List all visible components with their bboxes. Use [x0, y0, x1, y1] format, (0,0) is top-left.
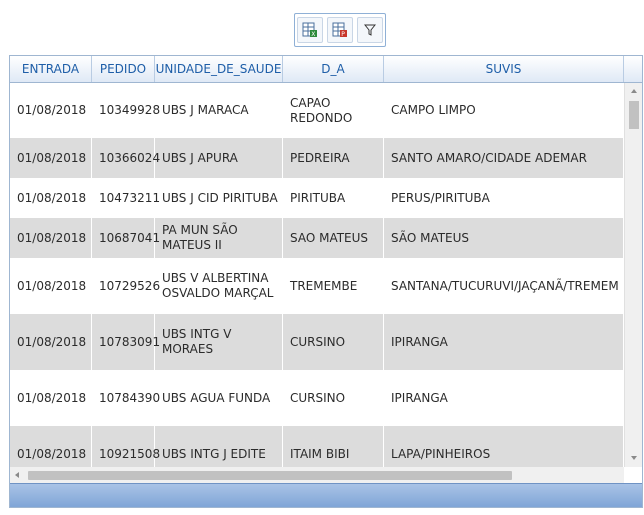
cell-suvis: PERUS/PIRITUBA — [384, 178, 624, 218]
column-header-d-a[interactable]: D_A — [283, 56, 384, 82]
pdf-export-icon: P — [332, 22, 347, 38]
table-row[interactable]: 01/08/2018 10366024 UBS J APURA PEDREIRA SAN… — [10, 138, 624, 178]
cell-unidade-de-saude: UBS J MARACA — [155, 83, 283, 138]
grid-pager — [10, 483, 642, 507]
cell-unidade-de-saude: UBS J APURA — [155, 138, 283, 178]
cell-pedido: 10783091 — [92, 314, 160, 370]
excel-export-icon: X — [302, 22, 317, 38]
vertical-scrollbar[interactable] — [624, 83, 642, 467]
cell-unidade-de-saude: UBS J CID PIRITUBA — [155, 178, 283, 218]
cell-suvis: IPIRANGA — [384, 370, 624, 426]
cell-entrada: 01/08/2018 — [10, 178, 92, 218]
column-header-entrada[interactable]: ENTRADA — [10, 56, 92, 82]
table-row[interactable]: 01/08/2018 10687041 PA MUN SÃO MATEUS II SA… — [10, 218, 624, 258]
table-row[interactable]: 01/08/2018 10729526 UBS V ALBERTINA OSVALD… — [10, 258, 624, 314]
column-header-pedido[interactable]: PEDIDO — [92, 56, 155, 82]
svg-text:X: X — [311, 31, 315, 38]
cell-unidade-de-saude: UBS INTG V MORAES — [155, 314, 283, 370]
cell-pedido: 10349928 — [92, 83, 160, 138]
grid-body: 01/08/2018 10349928 UBS J MARACA CAPAO REDO… — [10, 83, 624, 467]
cell-d-a: PIRITUBA — [283, 178, 384, 218]
cell-suvis: CAMPO LIMPO — [384, 83, 624, 138]
table-row[interactable]: 01/08/2018 10349928 UBS J MARACA CAPAO REDO… — [10, 83, 624, 138]
cell-entrada: 01/08/2018 — [10, 218, 92, 258]
column-header-unidade-de-saude[interactable]: UNIDADE_DE_SAUDE — [155, 56, 283, 82]
cell-entrada: 01/08/2018 — [10, 258, 92, 314]
cell-entrada: 01/08/2018 — [10, 138, 92, 178]
cell-unidade-de-saude: UBS AGUA FUNDA — [155, 370, 283, 426]
cell-pedido: 10921508 — [92, 426, 160, 467]
cell-pedido: 10687041 — [92, 218, 160, 258]
export-excel-button[interactable]: X — [297, 17, 323, 43]
horizontal-scroll-thumb — [28, 471, 512, 480]
scroll-up-arrow-icon — [631, 89, 637, 93]
cell-unidade-de-saude: UBS INTG J EDITE — [155, 426, 283, 467]
cell-d-a: CURSINO — [283, 314, 384, 370]
cell-d-a: SAO MATEUS — [283, 218, 384, 258]
svg-text:P: P — [341, 31, 345, 38]
grid-toolbar: X P — [294, 13, 386, 47]
data-grid: ENTRADA PEDIDO UNIDADE_DE_SAUDE D_A SUVIS 01… — [9, 55, 643, 508]
cell-d-a: CURSINO — [283, 370, 384, 426]
cell-pedido: 10473211 — [92, 178, 160, 218]
filter-icon — [364, 24, 376, 36]
cell-unidade-de-saude: UBS V ALBERTINA OSVALDO MARÇAL — [155, 258, 283, 314]
cell-unidade-de-saude: PA MUN SÃO MATEUS II — [155, 218, 283, 258]
cell-d-a: PEDREIRA — [283, 138, 384, 178]
grid-header: ENTRADA PEDIDO UNIDADE_DE_SAUDE D_A SUVIS — [10, 56, 642, 83]
cell-suvis: IPIRANGA — [384, 314, 624, 370]
cell-pedido: 10366024 — [92, 138, 160, 178]
vertical-scrollbar-track — [629, 89, 639, 460]
cell-d-a: TREMEMBE — [283, 258, 384, 314]
table-row[interactable]: 01/08/2018 10783091 UBS INTG V MORAES CURSI… — [10, 314, 624, 370]
scroll-left-arrow-icon — [15, 472, 19, 478]
cell-d-a: ITAIM BIBI — [283, 426, 384, 467]
cell-pedido: 10729526 — [92, 258, 160, 314]
filter-button[interactable] — [357, 17, 383, 43]
cell-entrada: 01/08/2018 — [10, 83, 92, 138]
cell-suvis: SANTANA/TUCURUVI/JAÇANÃ/TREMEM — [384, 258, 624, 314]
cell-pedido: 10784390 — [92, 370, 160, 426]
cell-entrada: 01/08/2018 — [10, 370, 92, 426]
cell-suvis: LAPA/PINHEIROS — [384, 426, 624, 467]
horizontal-scrollbar-track — [15, 471, 512, 480]
export-pdf-button[interactable]: P — [327, 17, 353, 43]
table-row[interactable]: 01/08/2018 10784390 UBS AGUA FUNDA CURSINO I… — [10, 370, 624, 426]
cell-suvis: SÃO MATEUS — [384, 218, 624, 258]
cell-suvis: SANTO AMARO/CIDADE ADEMAR — [384, 138, 624, 178]
table-row[interactable]: 01/08/2018 10473211 UBS J CID PIRITUBA PIRI… — [10, 178, 624, 218]
horizontal-scrollbar[interactable] — [10, 467, 624, 483]
cell-entrada: 01/08/2018 — [10, 426, 92, 467]
cell-d-a: CAPAO REDONDO — [283, 83, 384, 138]
vertical-scroll-thumb — [629, 101, 639, 129]
table-row[interactable]: 01/08/2018 10921508 UBS INTG J EDITE ITAIM … — [10, 426, 624, 467]
cell-entrada: 01/08/2018 — [10, 314, 92, 370]
scroll-down-arrow-icon — [631, 456, 637, 460]
column-header-suvis[interactable]: SUVIS — [384, 56, 624, 82]
